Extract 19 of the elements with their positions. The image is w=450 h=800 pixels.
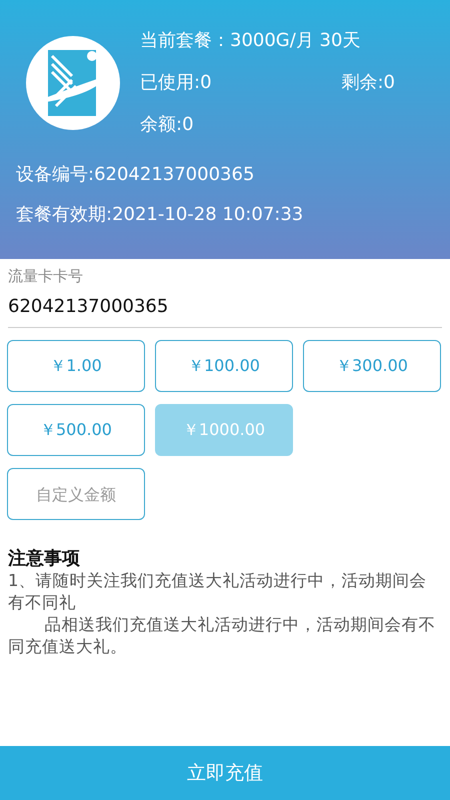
card-number-field[interactable]: 62042137000365 — [8, 286, 442, 328]
amount-button[interactable]: ￥100.00 — [155, 340, 293, 392]
amount-button[interactable]: ￥500.00 — [7, 404, 145, 456]
amount-button[interactable]: ￥300.00 — [303, 340, 441, 392]
recharge-button[interactable]: 立即充值 — [0, 746, 450, 800]
used-text: 已使用:0 — [140, 71, 212, 94]
custom-amount-field[interactable]: 自定义金额 — [7, 468, 145, 520]
notes-title: 注意事项 — [8, 547, 81, 570]
field-label: 流量卡卡号 — [8, 267, 84, 286]
remaining-text: 剩余:0 — [341, 71, 395, 94]
amount-button[interactable]: ￥1.00 — [7, 340, 145, 392]
validity-text: 套餐有效期:2021-10-28 10:07:33 — [16, 203, 304, 226]
balance-text: 余额:0 — [140, 113, 195, 136]
notes-paragraph: 品相送我们充值送大礼活动进行中，活动期间会有不同充值送大礼。 — [8, 614, 436, 658]
device-number-text: 设备编号:62042137000365 — [16, 163, 256, 186]
plan-text: 当前套餐：3000G/月 30天 — [140, 29, 362, 52]
amount-button[interactable]: ￥1000.00 — [155, 404, 293, 456]
logo-icon — [26, 36, 120, 130]
notes-paragraph: 1、请随时关注我们充值送大礼活动进行中，活动期间会有不同礼 — [8, 570, 428, 614]
